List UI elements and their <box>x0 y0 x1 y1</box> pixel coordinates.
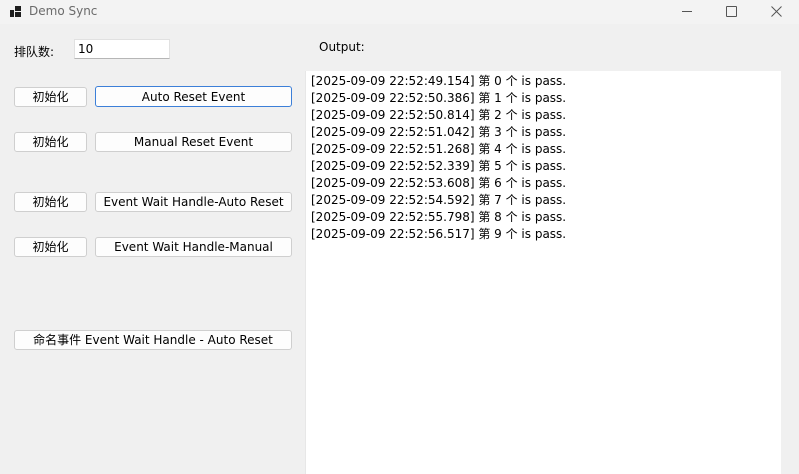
queue-count-input[interactable] <box>74 39 170 59</box>
output-line: [2025-09-09 22:52:56.517] 第 9 个 is pass. <box>311 227 567 241</box>
event-wait-handle-auto-reset-button[interactable]: Event Wait Handle-Auto Reset <box>95 192 292 212</box>
maximize-button[interactable] <box>708 0 754 24</box>
app-grid-icon <box>10 6 21 17</box>
output-line: [2025-09-09 22:52:52.339] 第 5 个 is pass. <box>311 159 567 173</box>
output-line: [2025-09-09 22:52:50.814] 第 2 个 is pass. <box>311 108 567 122</box>
output-lines: [2025-09-09 22:52:49.154] 第 0 个 is pass.… <box>306 73 566 243</box>
event-wait-handle-manual-button[interactable]: Event Wait Handle-Manual <box>95 237 292 257</box>
named-event-wait-handle-button[interactable]: 命名事件 Event Wait Handle - Auto Reset <box>14 330 292 350</box>
init-button-ewh-manual[interactable]: 初始化 <box>14 237 87 257</box>
output-line: [2025-09-09 22:52:54.592] 第 7 个 is pass. <box>311 193 567 207</box>
window-title: Demo Sync <box>29 4 98 18</box>
manual-reset-event-button[interactable]: Manual Reset Event <box>95 132 292 152</box>
output-line: [2025-09-09 22:52:50.386] 第 1 个 is pass. <box>311 91 567 105</box>
title-bar: Demo Sync <box>0 0 799 24</box>
init-button-manual-reset[interactable]: 初始化 <box>14 132 87 152</box>
output-textbox[interactable]: [2025-09-09 22:52:49.154] 第 0 个 is pass.… <box>305 71 781 474</box>
output-label: Output: <box>319 40 365 54</box>
init-button-ewh-auto[interactable]: 初始化 <box>14 192 87 212</box>
auto-reset-event-button[interactable]: Auto Reset Event <box>95 86 292 107</box>
init-button-auto-reset[interactable]: 初始化 <box>14 87 87 107</box>
close-button[interactable] <box>753 0 799 24</box>
queue-count-label: 排队数: <box>14 45 55 59</box>
output-line: [2025-09-09 22:52:55.798] 第 8 个 is pass. <box>311 210 567 224</box>
output-line: [2025-09-09 22:52:51.042] 第 3 个 is pass. <box>311 125 567 139</box>
output-line: [2025-09-09 22:52:51.268] 第 4 个 is pass. <box>311 142 567 156</box>
output-vertical-scrollbar[interactable] <box>781 71 799 474</box>
output-line: [2025-09-09 22:52:53.608] 第 6 个 is pass. <box>311 176 567 190</box>
minimize-button[interactable] <box>664 0 710 24</box>
output-line: [2025-09-09 22:52:49.154] 第 0 个 is pass. <box>311 74 567 88</box>
close-icon <box>771 6 782 17</box>
